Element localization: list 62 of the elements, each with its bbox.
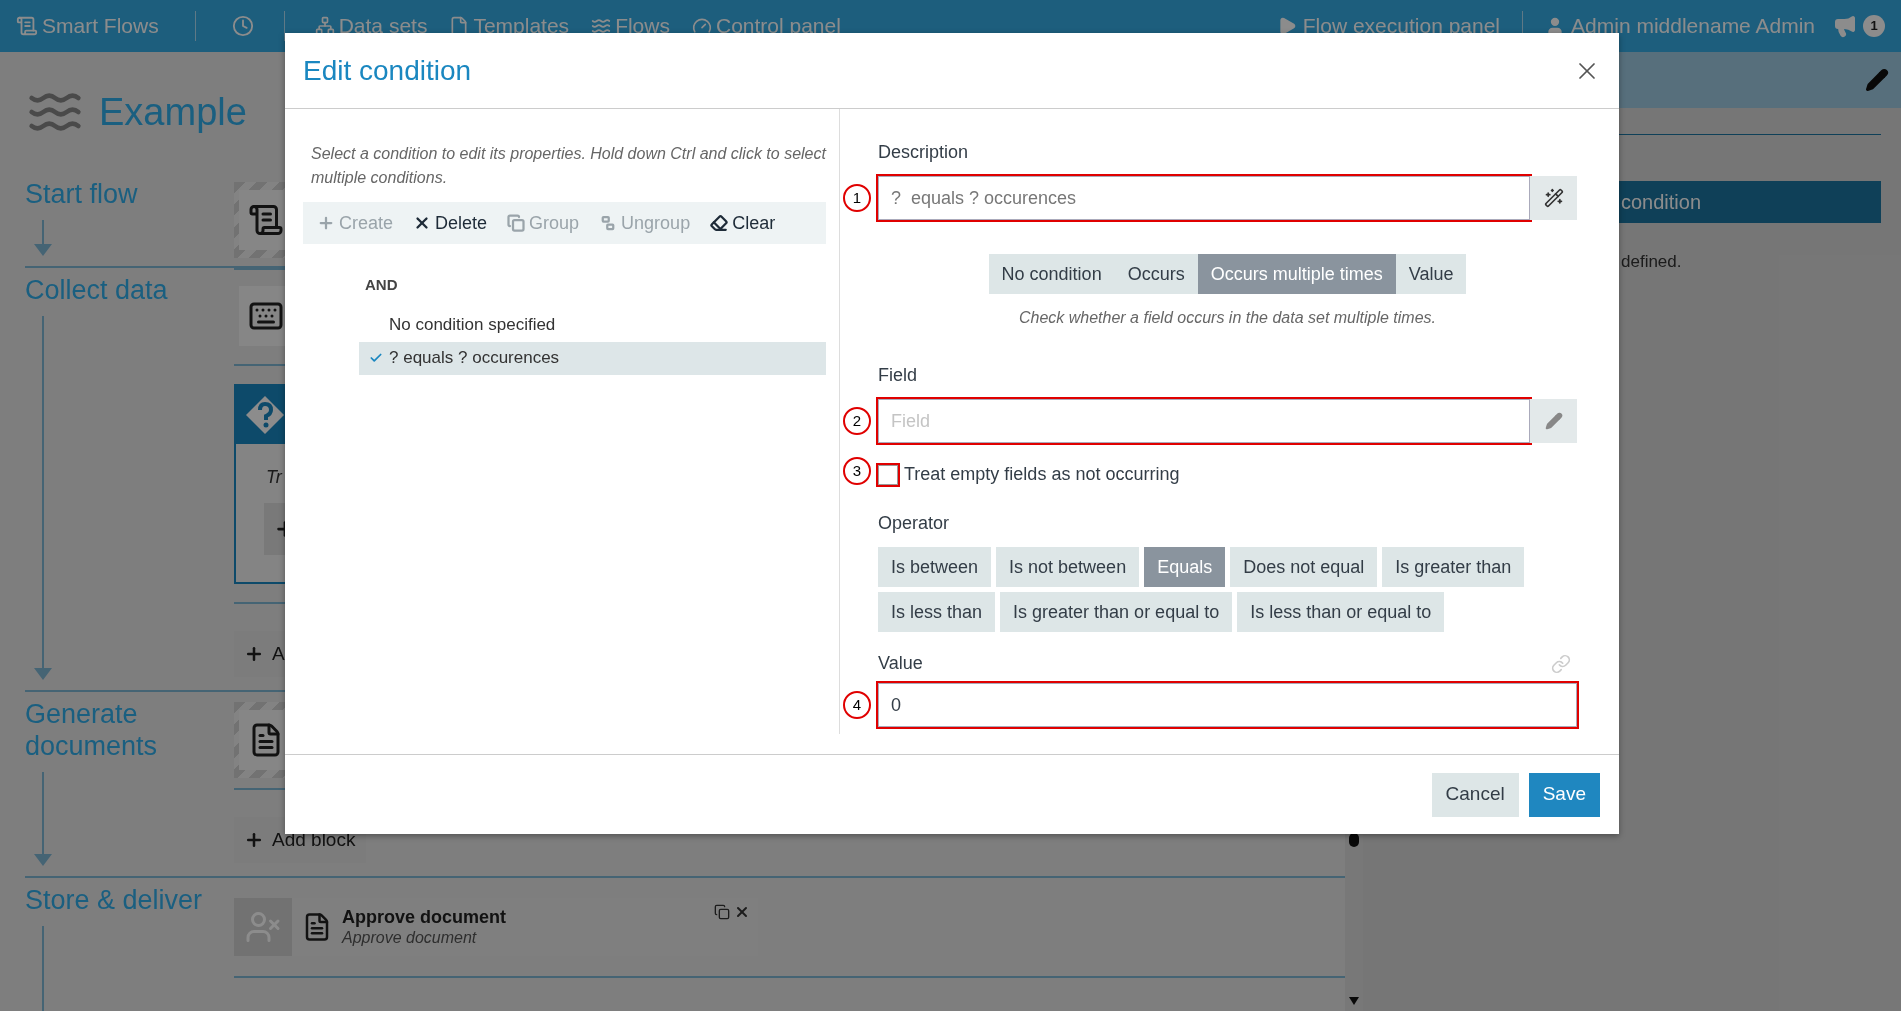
scroll-icon	[248, 202, 284, 238]
task-title: Approve document	[342, 905, 507, 929]
condition-type-tab[interactable]: Occurs	[1114, 254, 1198, 294]
generate-button[interactable]	[1530, 176, 1577, 220]
toolbar-button[interactable]: Delete	[413, 209, 488, 237]
pencil-icon	[1544, 412, 1563, 430]
save-button[interactable]: Save	[1528, 772, 1600, 817]
flow-title: Example	[99, 89, 247, 135]
condition-type-tab[interactable]: No condition	[988, 254, 1115, 294]
user-cross-icon	[245, 909, 281, 945]
type-hint: Check whether a field occurs in the data set multiple times.	[1017, 308, 1438, 328]
description-field[interactable]: ? equals ? occurences	[878, 176, 1530, 220]
operator-option[interactable]: Is between	[878, 547, 992, 587]
panel-text: defined.	[1621, 251, 1682, 273]
stage-label: Start flow	[25, 178, 139, 210]
operator-option[interactable]: Is less than	[878, 592, 996, 632]
flow-arrow	[34, 220, 52, 256]
cancel-button[interactable]: Cancel	[1431, 772, 1519, 817]
close-icon[interactable]	[734, 904, 750, 920]
magic-wand-icon	[1543, 188, 1564, 208]
dialog-title: Edit condition	[303, 53, 473, 88]
checkbox[interactable]	[878, 464, 898, 485]
eraser-icon	[710, 214, 729, 232]
field-label: Operator	[878, 512, 951, 535]
tree-operator: AND	[365, 275, 399, 295]
field-input[interactable]: Field	[878, 399, 1530, 443]
checkbox-label: Treat empty fields as not occurring	[904, 463, 1180, 486]
field-label: Value	[878, 652, 924, 675]
plus-icon	[244, 830, 264, 850]
edit-field-button[interactable]	[1530, 399, 1577, 443]
stage-label: Generate documents	[25, 698, 159, 762]
brand-icon	[16, 15, 38, 37]
callout-marker: 1	[843, 184, 871, 212]
task-subtitle: Approve document	[342, 928, 478, 949]
value-field[interactable]: 0	[878, 683, 1577, 727]
copy-icon	[507, 214, 526, 232]
stage-label: Collect data	[25, 274, 169, 306]
operator-option[interactable]: Is greater than or equal to	[1000, 592, 1233, 632]
check-icon	[369, 351, 383, 365]
operator-option[interactable]: Does not equal	[1230, 547, 1378, 587]
card-text: Tr	[266, 466, 284, 489]
operator-option[interactable]: Is less than or equal to	[1237, 592, 1445, 632]
callout-marker: 2	[843, 407, 871, 435]
callout-marker: 3	[843, 457, 871, 485]
callout-marker: 4	[843, 691, 871, 719]
field-label: Description	[878, 141, 970, 164]
plus-icon	[317, 214, 335, 232]
scroll-down-icon[interactable]	[1349, 997, 1359, 1005]
notification-badge: 1	[1863, 15, 1885, 37]
copy-icon[interactable]	[714, 904, 730, 920]
condition-item[interactable]: No condition specified	[359, 308, 826, 342]
condition-item[interactable]: ? equals ? occurences	[359, 341, 826, 375]
condition-type-tab[interactable]: Value	[1395, 254, 1467, 294]
operator-option[interactable]: Is greater than	[1382, 547, 1525, 587]
stage-label: Store & deliver	[25, 884, 204, 916]
operator-option[interactable]: Is not between	[996, 547, 1140, 587]
help-text: Select a condition to edit its properties. Hold down Ctrl and click to select multiple conditions.	[310, 144, 826, 188]
field-label: Field	[878, 364, 918, 387]
scroll-thumb[interactable]	[1349, 833, 1359, 847]
plus-icon	[244, 644, 264, 664]
toolbar-button[interactable]: Clear	[710, 209, 776, 237]
edit-icon[interactable]	[1865, 68, 1889, 92]
